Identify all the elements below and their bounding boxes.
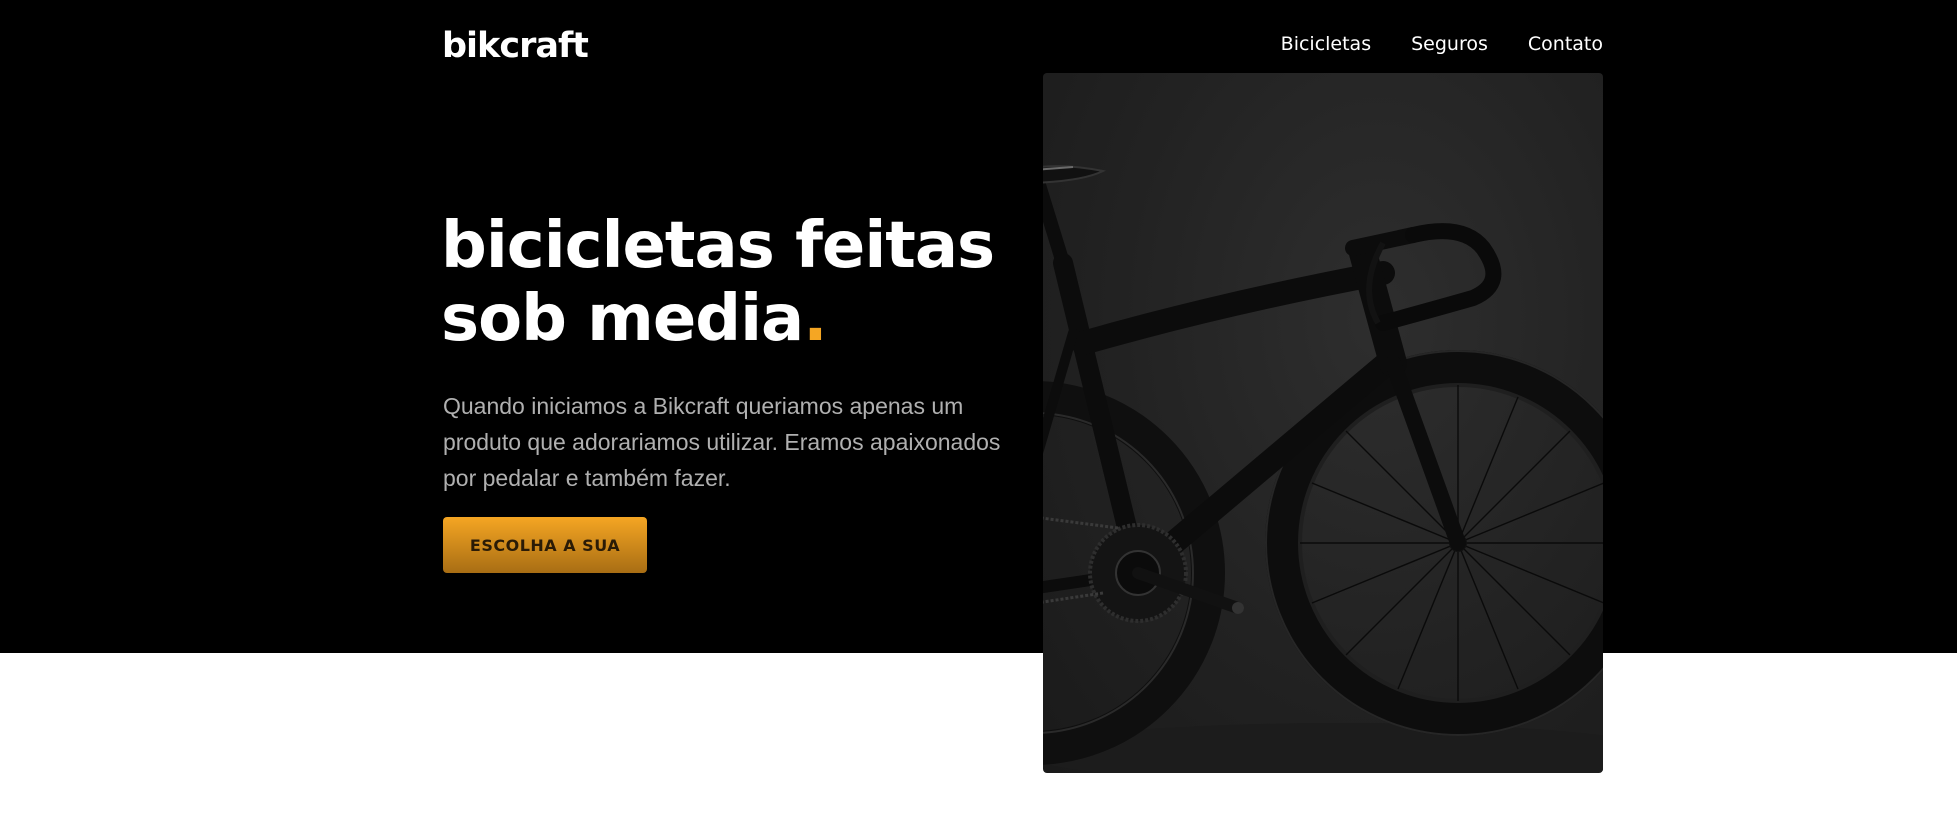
headline-line-2-text: sob media (441, 282, 804, 356)
nav-link-contato[interactable]: Contato (1528, 30, 1603, 58)
main-nav: Bicicletas Seguros Contato (1281, 30, 1603, 58)
logo[interactable]: bikcraft (442, 20, 589, 72)
headline-accent-dot: . (803, 282, 827, 356)
headline-line-1: bicicletas feitas (441, 209, 995, 283)
choose-yours-button[interactable]: ESCOLHA A SUA (443, 517, 647, 573)
nav-link-seguros[interactable]: Seguros (1411, 30, 1488, 58)
bicycle-illustration (1043, 165, 1603, 773)
headline-line-2: sob media. (441, 283, 1021, 356)
bicycle-photo (1043, 73, 1603, 773)
hero-description: Quando iniciamos a Bikcraft queriamos ap… (443, 393, 1001, 491)
nav-link-bicicletas[interactable]: Bicicletas (1281, 30, 1371, 58)
hero-headline: bicicletas feitas sob media. (441, 210, 1021, 356)
